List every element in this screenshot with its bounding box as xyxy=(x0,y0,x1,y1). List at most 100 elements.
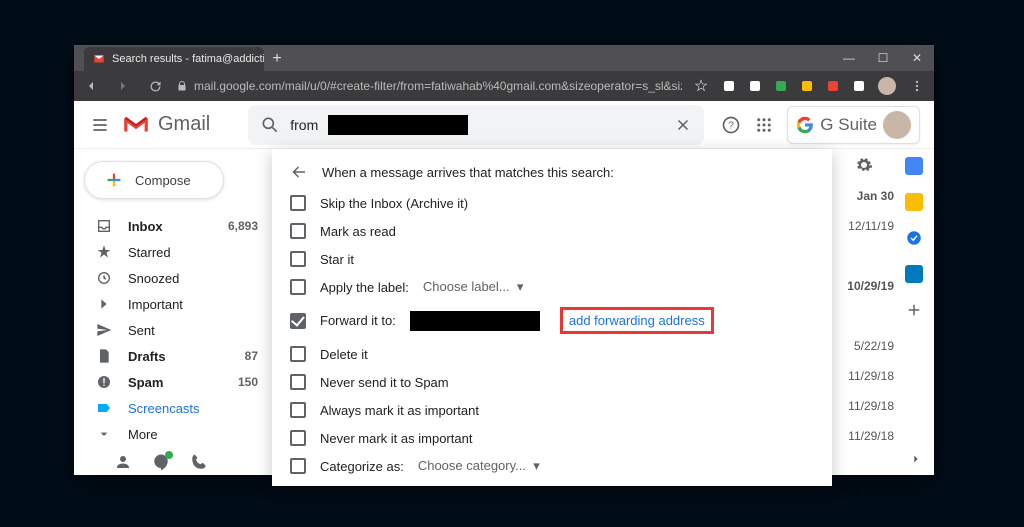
apps-grid-button[interactable] xyxy=(755,116,773,134)
gmail-logo[interactable]: Gmail xyxy=(122,113,210,136)
sidebar-item-snoozed[interactable]: Snoozed xyxy=(74,265,272,291)
compose-button[interactable]: Compose xyxy=(84,161,224,199)
checkbox[interactable] xyxy=(290,374,306,390)
gmail-favicon-icon xyxy=(92,52,106,66)
checkbox[interactable] xyxy=(290,223,306,239)
profile-avatar[interactable] xyxy=(878,77,896,95)
trello-icon[interactable] xyxy=(905,265,923,283)
filter-option-label: Star it xyxy=(320,252,354,267)
browser-menu-button[interactable] xyxy=(906,75,928,97)
sidebar-item-more[interactable]: More xyxy=(74,421,272,447)
calendar-icon[interactable] xyxy=(905,157,923,175)
mail-row-date: 5/22/19 xyxy=(834,331,894,361)
help-button[interactable]: ? xyxy=(721,115,741,135)
close-window-button[interactable]: ✕ xyxy=(900,45,934,71)
filter-option-4[interactable]: Forward it to: add forwarding address xyxy=(272,301,832,340)
hangouts-footer xyxy=(74,447,272,475)
search-text-prefix: from xyxy=(290,117,318,133)
star-fav-icon[interactable] xyxy=(798,77,816,95)
compose-label: Compose xyxy=(135,173,191,188)
inbox-icon xyxy=(96,218,112,234)
filter-option-1[interactable]: Mark as read xyxy=(272,217,832,245)
phone-icon[interactable] xyxy=(190,453,208,471)
spam-icon xyxy=(96,374,112,390)
tab-title: Search results - fatima@addictiv xyxy=(112,53,264,65)
back-button[interactable] xyxy=(80,75,102,97)
sidebar-item-important[interactable]: Important xyxy=(74,291,272,317)
checkbox[interactable] xyxy=(290,346,306,362)
checkbox[interactable] xyxy=(290,402,306,418)
star-icon[interactable] xyxy=(720,77,738,95)
filter-heading: When a message arrives that matches this… xyxy=(322,165,614,180)
record-icon[interactable] xyxy=(824,77,842,95)
chevron-down-icon xyxy=(96,426,112,442)
sidebar-item-screencasts[interactable]: Screencasts xyxy=(74,395,272,421)
mail-row-date: 10/29/19 xyxy=(834,271,894,301)
checkbox[interactable] xyxy=(290,313,306,329)
sidebar-item-count: 87 xyxy=(245,349,258,363)
sidebar-item-drafts[interactable]: Drafts87 xyxy=(74,343,272,369)
clear-search-button[interactable] xyxy=(674,116,692,134)
filter-option-label: Never send it to Spam xyxy=(320,375,449,390)
new-tab-button[interactable]: + xyxy=(264,47,290,71)
filter-option-9[interactable]: Categorize as: Choose category... ▾ xyxy=(272,452,832,480)
search-icon[interactable] xyxy=(260,115,280,135)
sidebar-item-sent[interactable]: Sent xyxy=(74,317,272,343)
tasks-icon[interactable] xyxy=(905,229,923,247)
gsuite-badge[interactable]: G Suite xyxy=(787,106,920,144)
checkbox[interactable] xyxy=(290,458,306,474)
bookmark-star-icon[interactable]: ☆ xyxy=(692,77,710,95)
wallet-icon[interactable] xyxy=(772,77,790,95)
settings-gear-button[interactable] xyxy=(834,149,894,181)
gmail-logo-icon xyxy=(122,114,150,136)
mail-row-date: 11/29/18 xyxy=(834,391,894,421)
side-panel-toggle[interactable] xyxy=(904,447,928,471)
file-icon xyxy=(96,348,112,364)
maximize-button[interactable]: ☐ xyxy=(866,45,900,71)
chevron-right-icon xyxy=(96,296,112,312)
reload-button[interactable] xyxy=(144,75,166,97)
sidebar-item-starred[interactable]: Starred xyxy=(74,239,272,265)
svg-text:?: ? xyxy=(729,120,735,131)
filter-option-6[interactable]: Never send it to Spam xyxy=(272,368,832,396)
contacts-icon[interactable] xyxy=(114,453,132,471)
sidebar-item-spam[interactable]: Spam150 xyxy=(74,369,272,395)
filter-option-5[interactable]: Delete it xyxy=(272,340,832,368)
sidebar-item-label: More xyxy=(128,427,158,442)
filter-option-8[interactable]: Never mark it as important xyxy=(272,424,832,452)
sidebar-item-label: Screencasts xyxy=(128,401,200,416)
add-forwarding-address-link[interactable]: add forwarding address xyxy=(569,313,705,328)
filter-option-2[interactable]: Star it xyxy=(272,245,832,273)
checkbox[interactable] xyxy=(290,430,306,446)
forward-button[interactable] xyxy=(112,75,134,97)
label-icon xyxy=(96,400,112,416)
browser-tab[interactable]: Search results - fatima@addictiv × xyxy=(84,47,264,71)
filter-option-label: Skip the Inbox (Archive it) xyxy=(320,196,468,211)
url-field[interactable]: mail.google.com/mail/u/0/#create-filter/… xyxy=(176,79,682,93)
ghost-icon[interactable] xyxy=(850,77,868,95)
filter-option-label: Apply the label: xyxy=(320,280,409,295)
account-avatar[interactable] xyxy=(883,111,911,139)
tag-icon[interactable] xyxy=(746,77,764,95)
mail-row-date: 11/29/18 xyxy=(834,421,894,451)
sidebar-item-inbox[interactable]: Inbox6,893 xyxy=(74,213,272,239)
minimize-button[interactable]: — xyxy=(832,45,866,71)
hangouts-icon[interactable] xyxy=(152,453,170,471)
back-arrow-button[interactable] xyxy=(290,163,308,181)
main-menu-button[interactable] xyxy=(88,115,112,135)
filter-option-7[interactable]: Always mark it as important xyxy=(272,396,832,424)
filter-select[interactable]: Choose category... ▾ xyxy=(418,458,540,474)
filter-select[interactable]: Choose label... ▾ xyxy=(423,279,523,295)
filter-option-3[interactable]: Apply the label: Choose label... ▾ xyxy=(272,273,832,301)
create-filter-panel: When a message arrives that matches this… xyxy=(272,149,832,486)
search-bar[interactable]: from xyxy=(248,105,704,145)
forward-address-redacted xyxy=(410,311,540,331)
filter-option-0[interactable]: Skip the Inbox (Archive it) xyxy=(272,189,832,217)
keep-icon[interactable] xyxy=(905,193,923,211)
browser-window: Search results - fatima@addictiv × + — ☐… xyxy=(74,45,934,475)
checkbox[interactable] xyxy=(290,195,306,211)
filter-option-label: Forward it to: xyxy=(320,313,396,328)
checkbox[interactable] xyxy=(290,251,306,267)
plus-icon[interactable] xyxy=(905,301,923,319)
checkbox[interactable] xyxy=(290,279,306,295)
